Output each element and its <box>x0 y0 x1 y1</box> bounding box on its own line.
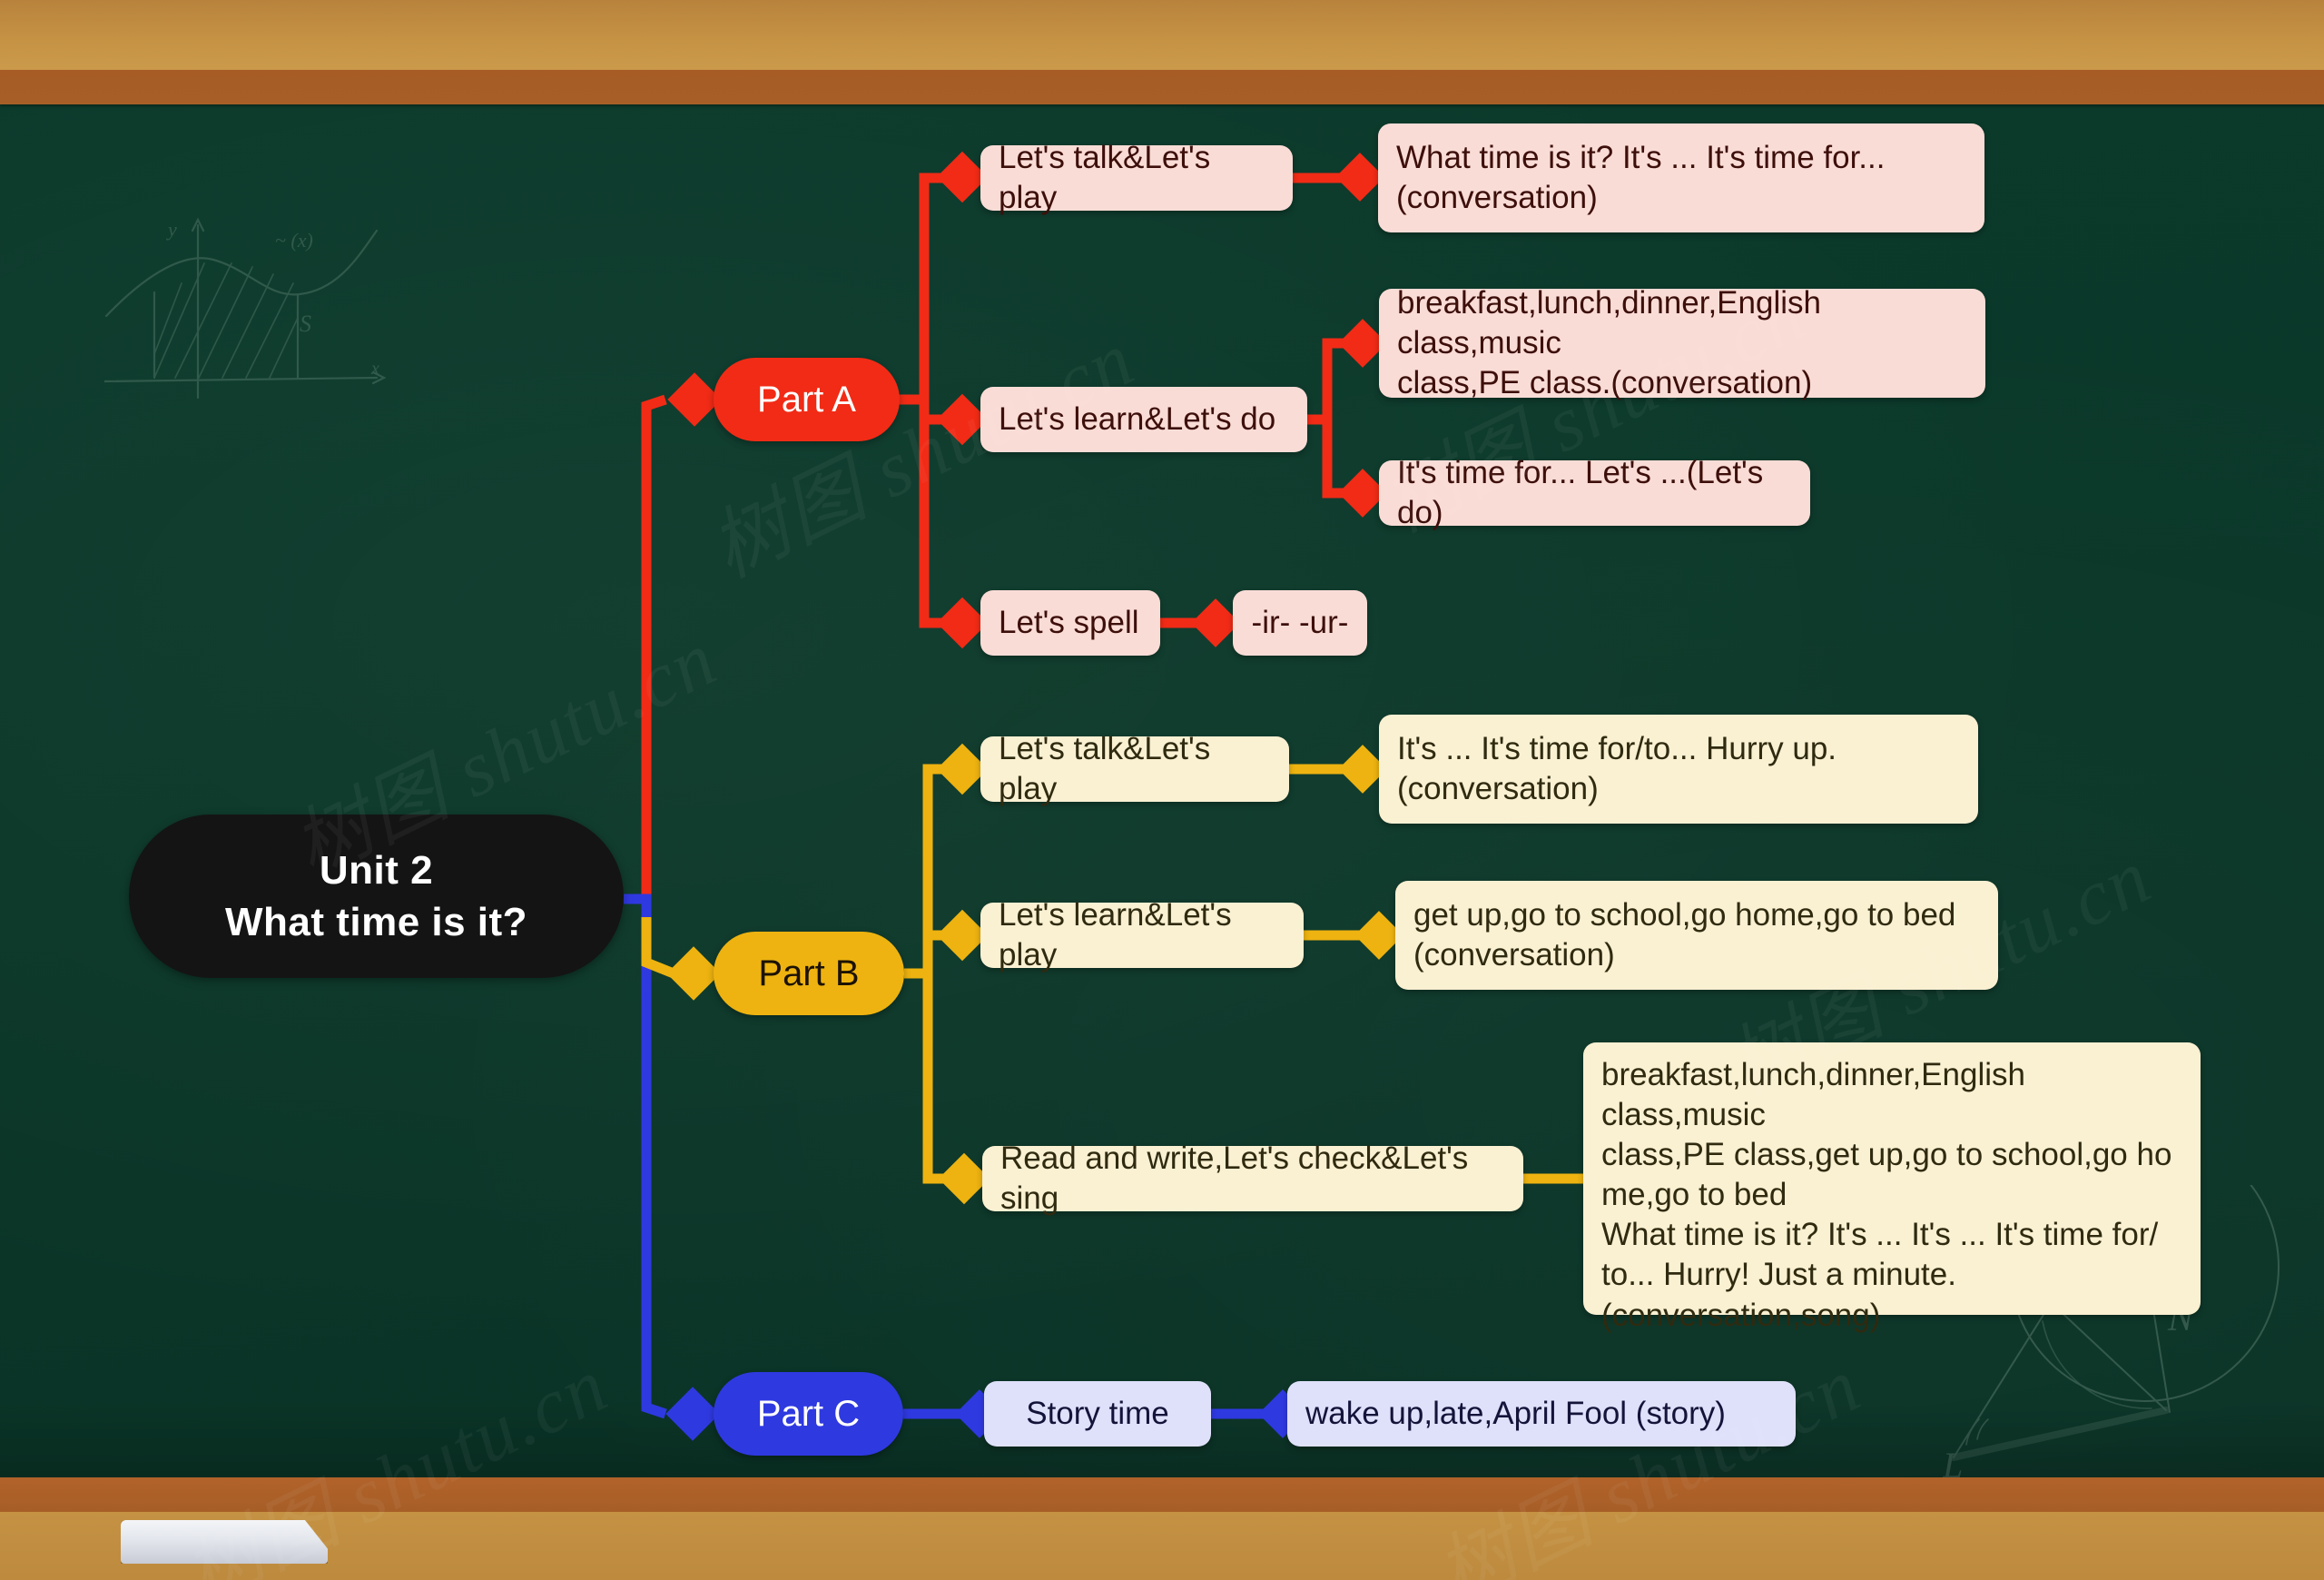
topic-label: Let's learn&Let's play <box>999 896 1232 973</box>
link-root-parta <box>624 394 667 904</box>
link-parta-children <box>899 173 953 628</box>
detail-text: What time is it? It's ... It's time for.… <box>1396 139 1886 215</box>
topic-part-b-read-and-write[interactable]: Read and write,Let's check&Let's sing <box>982 1141 1523 1216</box>
branch-node-part-a[interactable]: Part A <box>714 358 900 441</box>
detail-part-a-lets-talk-play-1[interactable]: What time is it? It's ... It's time for.… <box>1378 123 1984 232</box>
topic-part-b-lets-talk-play[interactable]: Let's talk&Let's play <box>980 731 1289 806</box>
topic-label: Let's talk&Let's play <box>999 139 1211 215</box>
detail-text: breakfast,lunch,dinner,English class,mus… <box>1601 1057 2172 1333</box>
branch-label-part-b: Part B <box>758 953 860 993</box>
topic-label: Let's talk&Let's play <box>999 730 1211 806</box>
link-root-partb <box>641 917 676 979</box>
topic-part-a-lets-spell[interactable]: Let's spell <box>980 590 1160 656</box>
detail-part-a-lets-learn-do-1[interactable]: breakfast,lunch,dinner,English class,mus… <box>1379 285 1985 400</box>
topic-label: Let's learn&Let's do <box>999 400 1276 437</box>
topic-label: Story time <box>1026 1395 1169 1431</box>
detail-part-b-lets-talk-play-1[interactable]: It's ... It's time for/to... Hurry up. (… <box>1379 715 1978 824</box>
detail-text: It's ... It's time for/to... Hurry up. (… <box>1397 730 1837 806</box>
detail-text: -ir- -ur- <box>1251 604 1349 640</box>
root-line-1: Unit 2 <box>319 847 434 893</box>
screenshot-root: y x S ~ (x) h u N L <box>0 0 2324 1580</box>
branch-label-part-a: Part A <box>757 379 856 420</box>
detail-part-c-story-time-1[interactable]: wake up,late,April Fool (story) <box>1287 1381 1796 1447</box>
topic-part-c-story-time[interactable]: Story time <box>984 1381 1211 1447</box>
link-root-partc <box>624 894 667 1419</box>
topic-part-a-lets-learn-do[interactable]: Let's learn&Let's do <box>980 387 1307 452</box>
detail-text: wake up,late,April Fool (story) <box>1305 1395 1726 1431</box>
detail-text: It's time for... Let's ...(Let's do) <box>1397 454 1764 530</box>
branch-node-part-c[interactable]: Part C <box>714 1372 903 1456</box>
root-node[interactable]: Unit 2 What time is it? <box>129 815 624 978</box>
root-line-2: What time is it? <box>224 900 528 944</box>
topic-part-b-lets-learn-play[interactable]: Let's learn&Let's play <box>980 897 1304 973</box>
topic-label: Let's spell <box>999 604 1139 640</box>
detail-part-b-lets-learn-play-1[interactable]: get up,go to school,go home,go to bed (c… <box>1395 881 1998 990</box>
branch-node-part-b[interactable]: Part B <box>714 932 904 1015</box>
detail-part-a-lets-spell-1[interactable]: -ir- -ur- <box>1233 590 1367 656</box>
topic-part-a-lets-talk-play[interactable]: Let's talk&Let's play <box>980 140 1293 215</box>
detail-text: breakfast,lunch,dinner,English class,mus… <box>1397 284 1821 401</box>
topic-label: Read and write,Let's check&Let's sing <box>1000 1140 1469 1216</box>
detail-part-b-read-and-write-1[interactable]: breakfast,lunch,dinner,English class,mus… <box>1583 1042 2201 1333</box>
detail-text: get up,go to school,go home,go to bed (c… <box>1413 896 1956 973</box>
branch-label-part-c: Part C <box>756 1393 861 1434</box>
link-partb-children <box>904 764 955 1184</box>
detail-part-a-lets-learn-do-2[interactable]: It's time for... Let's ...(Let's do) <box>1379 455 1810 530</box>
root-node-label: Unit 2 What time is it? <box>129 844 624 948</box>
